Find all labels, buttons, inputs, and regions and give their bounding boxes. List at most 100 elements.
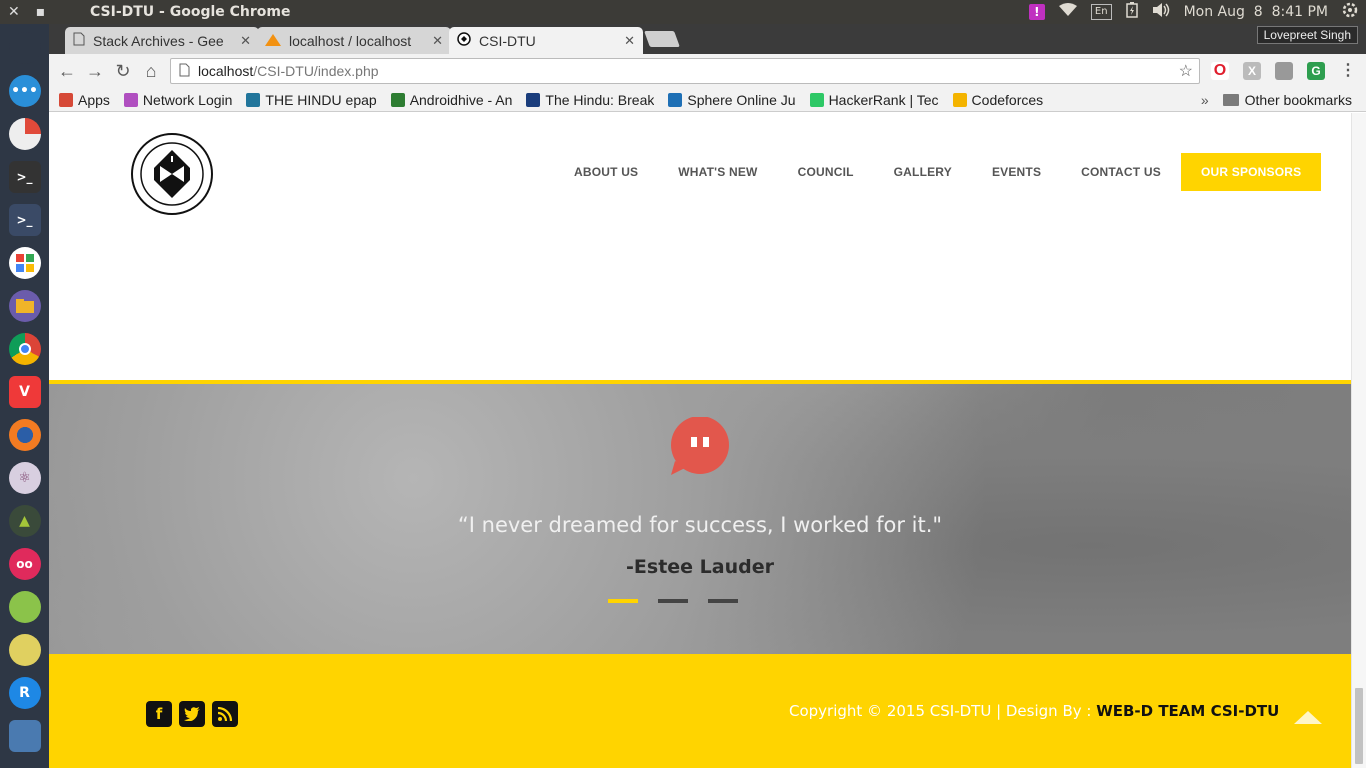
more-apps-icon[interactable]: ••• [8,75,41,107]
forward-icon[interactable]: → [81,61,109,82]
url-path: /CSI-DTU/index.php [253,63,379,79]
bookmark-codeforces[interactable]: Codeforces [952,92,1043,108]
archive-manager-icon[interactable] [8,634,41,666]
csi-logo[interactable] [130,132,214,216]
nav-about-us[interactable]: ABOUT US [554,153,658,191]
opera-extension-icon[interactable]: O [1211,62,1229,80]
facebook-icon[interactable]: f [146,701,172,727]
copyright-text: Copyright © 2015 CSI-DTU | Design By : [789,702,1097,720]
document-icon [73,32,85,49]
social-links: f [146,701,238,727]
bookmark-star-icon[interactable]: ☆ [1179,61,1193,81]
apple-launcher-icon[interactable] [8,32,41,64]
nav-whats-new[interactable]: WHAT'S NEW [658,153,777,191]
menu-icon[interactable]: ⋮ [1339,62,1357,80]
bookmark-the-hindu[interactable]: The Hindu: Break [526,92,654,108]
bookmarks-bar: Apps Network Login THE HINDU epap Androi… [49,88,1366,112]
spoj-icon [668,92,683,107]
phpmyadmin-icon [265,33,281,49]
new-tab-button[interactable] [644,31,680,47]
design-team[interactable]: WEB-D TEAM CSI-DTU [1096,702,1279,720]
profile-button[interactable]: Lovepreet Singh [1256,26,1358,44]
wordpress-icon [246,92,261,107]
x-extension-icon[interactable]: X [1243,62,1261,80]
wifi-icon[interactable] [1058,3,1077,21]
scrollbar-thumb[interactable] [1355,688,1363,764]
vivaldi-icon[interactable]: V [8,376,41,408]
bookmark-network-login[interactable]: Network Login [123,92,232,108]
nav-events[interactable]: EVENTS [972,153,1061,191]
cube-extension-icon[interactable] [1275,62,1293,80]
twitter-icon[interactable] [179,701,205,727]
atom-icon[interactable]: ⚛ [8,462,41,494]
folder-icon [1222,93,1239,106]
battery-icon[interactable] [1125,2,1138,22]
codeforces-icon [952,92,967,107]
home-icon[interactable]: ⌂ [137,61,165,82]
bookmark-the-hindu-epaper[interactable]: THE HINDU epap [246,92,377,108]
main-nav: ABOUT US WHAT'S NEW COUNCIL GALLERY EVEN… [554,153,1322,191]
window-controls: ✕ ▪ [0,4,70,20]
page-info-icon[interactable] [179,63,190,80]
tab-label: Stack Archives - Gee [93,32,224,49]
slide-dot-1[interactable] [608,599,638,603]
androidhive-icon [390,92,405,107]
minimize-window-icon[interactable]: ▪ [36,4,46,20]
window-title: CSI-DTU - Google Chrome [90,4,291,20]
settings-gear-icon[interactable] [1342,2,1358,22]
slide-dot-2[interactable] [658,599,688,603]
nav-gallery[interactable]: GALLERY [874,153,972,191]
nav-our-sponsors[interactable]: OUR SPONSORS [1180,153,1322,191]
more-bookmarks-icon[interactable]: » [1201,92,1209,108]
android-icon[interactable] [8,591,41,623]
terminal-alt-icon[interactable]: >_ [8,204,41,236]
disk-usage-icon[interactable] [8,118,41,150]
the-hindu-icon [526,92,541,107]
bookmark-sphere-online-judge[interactable]: Sphere Online Ju [668,92,796,108]
close-tab-icon[interactable]: ✕ [624,33,635,49]
files-icon[interactable] [8,290,41,322]
close-window-icon[interactable]: ✕ [8,4,20,20]
scroll-to-top-icon[interactable] [1294,711,1322,724]
flickr-icon[interactable]: oo [8,548,41,580]
slide-dot-3[interactable] [708,599,738,603]
umbrella-icon [123,92,138,107]
system-top-bar: ✕ ▪ CSI-DTU - Google Chrome ! En Mon Aug… [0,0,1366,24]
chrome-icon[interactable] [8,333,41,365]
tab-label: CSI-DTU [479,32,536,49]
close-tab-icon[interactable]: ✕ [240,33,251,49]
url-host: localhost [198,63,254,79]
terminal-icon[interactable]: >_ [8,161,41,193]
other-bookmarks[interactable]: Other bookmarks [1222,92,1366,108]
site-footer: f Copyright © 2015 CSI-DTU | Design By :… [49,654,1351,768]
address-bar[interactable]: localhost /CSI-DTU/index.php ☆ [170,58,1200,84]
page-scrollbar[interactable] [1351,113,1366,768]
keyboard-layout-indicator[interactable]: En [1090,4,1112,20]
tab-stack-archives[interactable]: Stack Archives - Gee ✕ [65,27,259,54]
trash-icon[interactable] [8,720,41,752]
copyright: Copyright © 2015 CSI-DTU | Design By : W… [789,702,1279,720]
bookmark-androidhive[interactable]: Androidhive - An [390,92,512,108]
rss-icon[interactable] [212,701,238,727]
grammarly-extension-icon[interactable]: G [1307,62,1325,80]
browser-toolbar: ← → ↻ ⌂ localhost /CSI-DTU/index.php ☆ O… [49,54,1366,88]
bookmark-hackerrank[interactable]: HackerRank | Tec [809,92,939,108]
tab-localhost[interactable]: localhost / localhost ✕ [257,27,451,54]
firefox-icon[interactable] [8,419,41,451]
close-tab-icon[interactable]: ✕ [432,33,443,49]
back-icon[interactable]: ← [53,61,81,82]
bookmark-apps[interactable]: Apps [59,92,110,108]
nav-contact-us[interactable]: CONTACT US [1061,153,1181,191]
testimonial-section: “I never dreamed for success, I worked f… [49,380,1351,654]
tab-strip: Stack Archives - Gee ✕ localhost / local… [49,24,1366,54]
extensions: O X G ⋮ [1211,62,1357,80]
software-center-icon[interactable] [8,247,41,279]
tab-csi-dtu[interactable]: CSI-DTU ✕ [449,27,643,54]
remmina-icon[interactable]: R [8,677,41,709]
reload-icon[interactable]: ↻ [109,61,137,82]
android-studio-icon[interactable]: ▲ [8,505,41,537]
nav-council[interactable]: COUNCIL [778,153,874,191]
notification-icon[interactable]: ! [1028,4,1045,20]
volume-icon[interactable] [1152,3,1170,21]
clock[interactable]: Mon Aug 8 8:41 PM [1184,4,1328,20]
